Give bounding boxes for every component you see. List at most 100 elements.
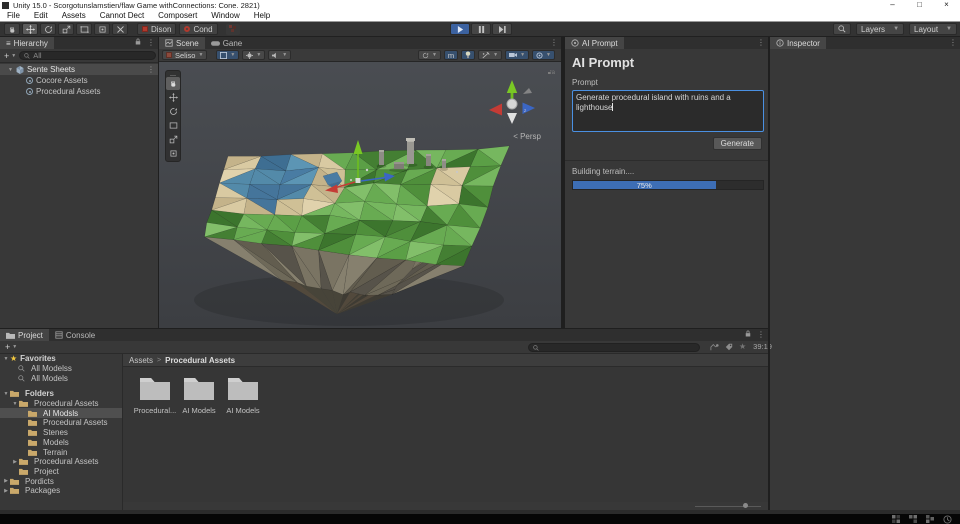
overlay-move-tool[interactable] bbox=[166, 91, 180, 104]
tree-item-packages[interactable]: ▶Packages bbox=[0, 486, 122, 496]
scene-canvas[interactable]: x z 🔓︎a < Persp bbox=[159, 62, 561, 328]
prompt-input[interactable]: Generate procedural island with ruins an… bbox=[572, 90, 764, 132]
view-2d-toggle[interactable]: ▼ bbox=[216, 50, 239, 60]
overlay-hand-tool[interactable] bbox=[166, 77, 180, 90]
tab-hierarchy[interactable]: ≡ Hierarchy bbox=[0, 37, 54, 49]
move-tool-button[interactable] bbox=[22, 23, 38, 35]
overlay-drag-handle[interactable] bbox=[170, 72, 176, 76]
search-by-label-icon[interactable] bbox=[725, 343, 733, 351]
overlay-scale-tool[interactable] bbox=[166, 133, 180, 146]
grid-toggle[interactable]: m bbox=[444, 50, 458, 60]
progress-tasks-icon[interactable] bbox=[926, 515, 934, 523]
menu-edit[interactable]: Edit bbox=[27, 11, 55, 20]
expand-arrow-icon[interactable]: ▼ bbox=[2, 391, 10, 397]
cache-server-icon[interactable] bbox=[892, 515, 900, 523]
asset-ai-models[interactable]: AI Models bbox=[221, 375, 265, 415]
lighting-toggle[interactable]: ▼ bbox=[242, 50, 265, 60]
menu-composert[interactable]: Composert bbox=[151, 11, 204, 20]
favorite-search-icon[interactable]: ★ bbox=[739, 342, 746, 351]
panel-splitter[interactable] bbox=[768, 37, 770, 510]
expand-arrow-icon[interactable]: ▼ bbox=[2, 356, 10, 362]
dison-button[interactable]: Dison bbox=[137, 23, 176, 35]
hierarchy-item-cocore-assets[interactable]: Cocore Assets bbox=[0, 75, 158, 86]
ai-panel-menu-icon[interactable]: ⋮ bbox=[754, 37, 768, 49]
hierarchy-menu-icon[interactable]: ⋮ bbox=[144, 37, 158, 49]
menu-assets[interactable]: Assets bbox=[55, 11, 93, 20]
tree-item-terrain[interactable]: Terrain bbox=[0, 447, 122, 457]
tree-item-ai-modsls[interactable]: AI Modsls bbox=[0, 408, 122, 418]
cond-button[interactable]: Cond bbox=[179, 23, 217, 35]
overlay-rect-tool[interactable] bbox=[166, 119, 180, 132]
audio-toggle[interactable]: ▼ bbox=[268, 50, 291, 60]
overlay-rotate-tool[interactable] bbox=[166, 105, 180, 118]
rect-tool-button[interactable] bbox=[76, 23, 92, 35]
view-orientation-gizmo[interactable]: x z bbox=[477, 74, 547, 136]
tree-item-models[interactable]: Models bbox=[0, 438, 122, 448]
slider-knob[interactable] bbox=[743, 503, 748, 508]
panel-splitter[interactable] bbox=[158, 37, 159, 328]
favorite-item-all-models[interactable]: All Models bbox=[0, 373, 122, 383]
menu-window[interactable]: Window bbox=[204, 11, 246, 20]
scene-menu-icon[interactable]: ⋮ bbox=[547, 37, 561, 49]
expand-arrow-icon[interactable]: ▶ bbox=[2, 488, 10, 494]
scene-row-menu-icon[interactable]: ⋮ bbox=[144, 64, 158, 76]
expand-arrow-icon[interactable]: ▼ bbox=[8, 67, 13, 73]
panel-splitter[interactable] bbox=[561, 37, 565, 328]
account-search-button[interactable] bbox=[833, 23, 851, 35]
transform-tool-button[interactable] bbox=[94, 23, 110, 35]
gizmos-dropdown[interactable]: ▼ bbox=[532, 50, 555, 60]
asset-ai-models[interactable]: AI Models bbox=[177, 375, 221, 415]
tab-scene[interactable]: Scene bbox=[159, 37, 205, 49]
hierarchy-search-input[interactable]: All bbox=[19, 51, 156, 60]
hierarchy-lock-icon[interactable] bbox=[132, 37, 144, 49]
maximize-button[interactable]: □ bbox=[906, 0, 933, 10]
favorite-item-all-modelss[interactable]: All Modelss bbox=[0, 364, 122, 374]
chevron-down-icon[interactable]: ▼ bbox=[12, 344, 17, 350]
favorites-group[interactable]: ▼★Favorites bbox=[0, 354, 122, 364]
breadcrumb-assets[interactable]: Assets bbox=[129, 356, 153, 365]
perspective-label[interactable]: < Persp bbox=[513, 132, 541, 141]
search-by-type-icon[interactable] bbox=[710, 343, 719, 351]
shading-mode-dropdown[interactable]: Seliso ▼ bbox=[162, 50, 207, 60]
snap-rotate-dropdown[interactable]: ▼ bbox=[418, 50, 441, 60]
generate-button[interactable]: Generate bbox=[713, 137, 762, 150]
step-button[interactable] bbox=[492, 23, 512, 35]
tree-item-procedural-assets[interactable]: ▼Procedural Assets bbox=[0, 399, 122, 409]
close-button[interactable]: × bbox=[933, 0, 960, 10]
thumbnail-size-slider[interactable] bbox=[695, 504, 761, 508]
inspector-menu-icon[interactable]: ⋮ bbox=[946, 37, 960, 49]
camera-dropdown[interactable]: ▼ bbox=[505, 50, 529, 60]
asset-procedural[interactable]: Procedural... bbox=[133, 375, 177, 415]
layout-dropdown[interactable]: Layout ▼ bbox=[909, 23, 957, 35]
project-create-button[interactable]: + bbox=[3, 342, 12, 352]
breadcrumb-current[interactable]: Procedural Assets bbox=[165, 356, 235, 365]
effects-dropdown[interactable]: ▼ bbox=[478, 50, 502, 60]
overlay-transform-tool[interactable] bbox=[166, 147, 180, 160]
code-coverage-icon[interactable] bbox=[909, 515, 917, 523]
menu-help[interactable]: Help bbox=[247, 11, 277, 20]
hierarchy-item-procedural-assets[interactable]: Procedural Assets bbox=[0, 86, 158, 97]
panel-splitter[interactable] bbox=[0, 328, 768, 329]
chevron-down-icon[interactable]: ▼ bbox=[11, 53, 16, 59]
project-search-input[interactable] bbox=[528, 343, 700, 352]
expand-arrow-icon[interactable]: ▼ bbox=[11, 401, 19, 407]
tree-item-pordicts[interactable]: ▶Pordicts bbox=[0, 476, 122, 486]
gizmo-lock-icon[interactable]: 🔓︎a bbox=[548, 70, 555, 77]
tree-item-stenes[interactable]: Stenes bbox=[0, 428, 122, 438]
tab-project[interactable]: Project bbox=[0, 329, 49, 341]
tab-game[interactable]: Gane bbox=[205, 37, 249, 49]
tree-item-procedural-assets[interactable]: Procedural Assets bbox=[0, 418, 122, 428]
hierarchy-create-button[interactable]: + bbox=[2, 51, 11, 61]
tree-item-project[interactable]: Project bbox=[0, 467, 122, 477]
hierarchy-scene-row[interactable]: ▼ Sente Sheets ⋮ bbox=[0, 64, 158, 75]
play-button[interactable] bbox=[450, 23, 470, 35]
project-menu-icon[interactable]: ⋮ bbox=[754, 329, 768, 341]
custom-tool-button[interactable] bbox=[112, 23, 128, 35]
hand-tool-button[interactable] bbox=[4, 23, 20, 35]
menu-cannot-dect[interactable]: Cannot Dect bbox=[93, 11, 151, 20]
extra-toolbar-icon[interactable] bbox=[226, 24, 240, 35]
minimize-button[interactable]: – bbox=[879, 0, 906, 10]
tree-item-procedural-assets[interactable]: ▶Procedural Assets bbox=[0, 457, 122, 467]
tab-ai-prompt[interactable]: AI Prompt bbox=[565, 37, 624, 49]
activity-indicator-icon[interactable] bbox=[943, 515, 952, 524]
